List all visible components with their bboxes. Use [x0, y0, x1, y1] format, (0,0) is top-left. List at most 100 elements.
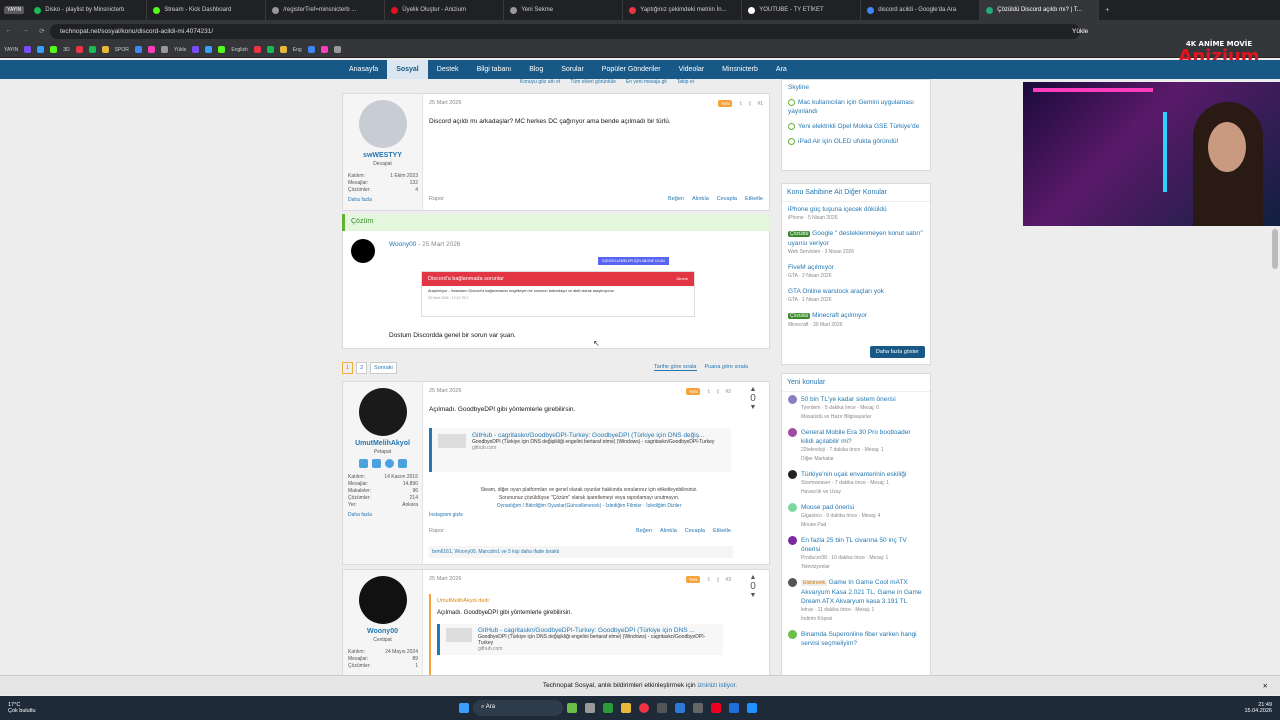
- app-icon[interactable]: [711, 703, 721, 713]
- app-icon[interactable]: [675, 703, 685, 713]
- username[interactable]: swWESTYY: [343, 152, 422, 159]
- upvote-icon[interactable]: ▲: [745, 386, 761, 393]
- username[interactable]: Woony00: [389, 241, 416, 248]
- action-link[interactable]: Etiketle: [713, 528, 731, 534]
- app-icon[interactable]: [567, 703, 577, 713]
- nav-item[interactable]: Destek: [428, 60, 468, 79]
- post-number[interactable]: #3: [725, 577, 731, 583]
- browser-tab[interactable]: Disko - playlist by Minsnicterb: [28, 0, 148, 20]
- downvote-icon[interactable]: ▼: [745, 404, 761, 411]
- bookmark-item[interactable]: 3D: [63, 47, 69, 53]
- bookmark-icon[interactable]: [266, 46, 274, 53]
- subnav-link[interactable]: Tüm ekleri görüntüle: [570, 79, 616, 85]
- news-title[interactable]: Yeni elektrikli Opel Mokka GSE Türkiye'd…: [798, 123, 919, 130]
- username[interactable]: UmutMelihAkyol: [343, 440, 422, 447]
- nav-item[interactable]: Popüler Gönderiler: [593, 60, 670, 79]
- share-icon[interactable]: ⇪: [738, 101, 742, 107]
- subnav-link[interactable]: Takip et: [677, 79, 694, 85]
- bookmark-icon[interactable]: [24, 46, 32, 53]
- subnav-link[interactable]: Konuyu göz attı et: [520, 79, 560, 85]
- browser-tab[interactable]: /registerTref=minsnicterb ...: [266, 0, 386, 20]
- nav-item[interactable]: Ara: [767, 60, 796, 79]
- topic-title[interactable]: General Mobile Era 30 Pro bootloader kil…: [801, 429, 910, 445]
- news-title[interactable]: Mac kullanıcıları için Gemini uygulaması…: [788, 99, 914, 115]
- avatar[interactable]: [358, 576, 407, 624]
- embed-title[interactable]: GitHub - cagritaskn/GoodbyeDPI-Turkey: G…: [472, 432, 725, 439]
- reload-icon[interactable]: ⟳: [39, 27, 44, 35]
- related-item[interactable]: GTA Online warstock araçları yok GTA · 1 …: [782, 284, 930, 308]
- bookmark-icon[interactable]: [147, 46, 155, 53]
- bookmark-icon[interactable]: [160, 46, 168, 53]
- new-tab-icon[interactable]: +: [1105, 7, 1109, 14]
- github-embed[interactable]: GitHub - cagritaskn/GoodbyeDPI-Turkey: G…: [429, 428, 731, 472]
- bookmark-icon[interactable]: [218, 46, 226, 53]
- quote-author[interactable]: UmutMelihAkyol dedi:: [437, 598, 723, 604]
- page-1[interactable]: 1: [342, 362, 354, 374]
- share-icon[interactable]: ⇪: [706, 577, 710, 583]
- app-icon[interactable]: [729, 703, 739, 713]
- bookmark-icon[interactable]: [192, 46, 200, 53]
- github-embed[interactable]: GitHub - cagritaskn/GoodbyeDPI-Turkey: G…: [437, 624, 723, 655]
- close-icon[interactable]: ✕: [1263, 682, 1268, 690]
- nav-item[interactable]: Anasayfa: [340, 60, 387, 79]
- browser-tab[interactable]: Yaptığınız çekimdeki metnin İn...: [623, 0, 743, 20]
- news-item[interactable]: Mac kullanıcıları için Gemini uygulaması…: [782, 95, 930, 119]
- action-link[interactable]: Cevapla: [685, 528, 705, 534]
- topic-title[interactable]: 50 bin TL'ye kadar sistem önerisi: [801, 396, 896, 403]
- username[interactable]: Woony00: [343, 628, 422, 635]
- app-icon[interactable]: [657, 703, 667, 713]
- back-icon[interactable]: ←: [5, 27, 12, 35]
- related-item[interactable]: Çözüldü Google " desteklenmeyen konut sa…: [782, 226, 930, 260]
- topic-title[interactable]: Binamda Superonline fiber varken hangi s…: [801, 631, 917, 647]
- instagram-link[interactable]: İnstagram gizle: [429, 512, 463, 518]
- reactions-bar[interactable]: brm6161, Woony00, Marcolin1 ve 5 kişi da…: [429, 546, 733, 558]
- action-link[interactable]: Etiketle: [745, 196, 763, 202]
- related-item[interactable]: FiveM açılmıyor GTA · 2 Nisan 2026: [782, 260, 930, 284]
- avatar[interactable]: [351, 239, 375, 263]
- browser-tab[interactable]: Üyelik Oluştur - Anizium: [385, 0, 505, 20]
- bookmark-icon[interactable]: ▯: [717, 389, 720, 395]
- more-link[interactable]: Daha fazla: [343, 509, 422, 519]
- browser-tab[interactable]: Stream - Kick Dashboard: [147, 0, 267, 20]
- topic-item[interactable]: 50 bin TL'ye kadar sistem önerisi Tyerdem…: [782, 392, 930, 425]
- action-link[interactable]: Cevapla: [717, 196, 737, 202]
- scrollbar-thumb[interactable]: [1272, 229, 1278, 269]
- news-item[interactable]: Skyline: [782, 80, 930, 95]
- news-title[interactable]: iPad Air için OLED ufukta göründü!: [798, 138, 898, 145]
- bookmark-icon[interactable]: [101, 46, 109, 53]
- related-title[interactable]: iPhone güç tuşuna içecek döküldü: [788, 206, 887, 213]
- downvote-icon[interactable]: ▼: [745, 592, 761, 599]
- bookmark-icon[interactable]: ▯: [749, 101, 752, 107]
- app-icon[interactable]: [621, 703, 631, 713]
- topic-title[interactable]: Mouse pad önerisi: [801, 504, 854, 511]
- report-link[interactable]: Rapor: [429, 196, 444, 202]
- forward-icon[interactable]: →: [22, 27, 29, 35]
- bookmark-icon[interactable]: [50, 46, 58, 53]
- upvote-icon[interactable]: ▲: [745, 574, 761, 581]
- clock[interactable]: 21:49 15.04.2026: [1244, 702, 1272, 714]
- post-number[interactable]: #1: [757, 101, 763, 107]
- page-2[interactable]: 2: [356, 362, 368, 374]
- signature-links[interactable]: Oynadığım / Bitirdiğim Oyunlar(Güncellen…: [429, 502, 749, 510]
- weather-widget[interactable]: 17°C Çok bulutlu: [0, 702, 120, 714]
- nav-item[interactable]: Bilgi tabanı: [468, 60, 521, 79]
- app-icon[interactable]: [585, 703, 595, 713]
- sort-date[interactable]: Tarihe göre sırala: [654, 364, 697, 371]
- show-more-button[interactable]: Daha fazla göster: [869, 346, 925, 358]
- browser-tab[interactable]: YOUTUBE - TY ETİKET: [742, 0, 862, 20]
- action-link[interactable]: Beğen: [668, 196, 684, 202]
- bookmark-icon[interactable]: [75, 46, 83, 53]
- topic-item[interactable]: Binamda Superonline fiber varken hangi s…: [782, 627, 930, 651]
- topic-title[interactable]: Türkiye'nin uçak envanterinin eskiliği: [801, 471, 906, 478]
- start-icon[interactable]: [459, 703, 469, 713]
- browser-tab[interactable]: Çözüldü Discord açıldı mı? | T...: [980, 0, 1100, 20]
- upload-button[interactable]: Yükle: [1072, 28, 1088, 35]
- nav-item[interactable]: Sorular: [552, 60, 593, 79]
- sort-score[interactable]: Puana göre sırala: [705, 364, 748, 371]
- avatar[interactable]: [358, 100, 407, 148]
- bookmark-icon[interactable]: [279, 46, 287, 53]
- bookmark-icon[interactable]: [253, 46, 261, 53]
- nav-item[interactable]: Videolar: [670, 60, 714, 79]
- chrome-icon[interactable]: [639, 703, 649, 713]
- app-icon[interactable]: [693, 703, 703, 713]
